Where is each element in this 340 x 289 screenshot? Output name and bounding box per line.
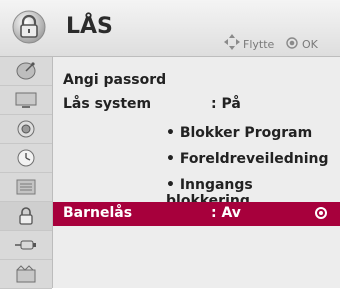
category-sidebar [0, 57, 53, 289]
speaker-audio-icon [17, 120, 35, 138]
clock-time-icon [17, 149, 35, 167]
lock-icon [12, 10, 46, 44]
satellite-dish-icon [16, 62, 36, 80]
tv-picture-icon [15, 92, 37, 108]
block-program-label: • Blokker Program [166, 125, 313, 141]
ok-button-icon [286, 37, 298, 49]
lock-system-value: : På [211, 96, 241, 112]
menu-header: LÅS Flytte OK [0, 0, 340, 57]
usb-input-icon [15, 240, 36, 250]
input-block-item[interactable]: • Inngangs blokkering [53, 174, 340, 209]
media-icon [16, 265, 36, 283]
sidebar-item-input[interactable] [0, 231, 52, 260]
sidebar-item-media[interactable] [0, 260, 52, 289]
child-lock-item[interactable]: Barnelås : Av [53, 202, 340, 226]
selected-radio-icon [315, 207, 327, 219]
options-icon [16, 179, 36, 195]
sidebar-item-option[interactable] [0, 173, 52, 202]
page-title: LÅS [66, 14, 113, 39]
parental-guidance-label: • Foreldreveiledning [166, 151, 329, 167]
sidebar-item-picture[interactable] [0, 86, 52, 115]
set-password-item[interactable]: Angi passord [53, 69, 340, 93]
lock-system-item[interactable]: Lås system : På [53, 93, 340, 117]
sidebar-item-audio[interactable] [0, 115, 52, 144]
move-hint-label: Flytte [243, 38, 275, 51]
set-password-label: Angi passord [63, 72, 167, 88]
block-program-item[interactable]: • Blokker Program [53, 122, 340, 146]
navigation-arrows-icon [224, 34, 240, 50]
child-lock-value: : Av [211, 205, 241, 221]
parental-guidance-item[interactable]: • Foreldreveiledning [53, 148, 340, 172]
lock-settings-list: Angi passord Lås system : På • Blokker P… [53, 57, 340, 288]
sidebar-item-time[interactable] [0, 144, 52, 173]
lock-menu-osd: LÅS Flytte OK Angi passord Lås system: … [0, 0, 340, 289]
lock-icon [19, 207, 33, 225]
child-lock-label: Barnelås [63, 205, 133, 221]
ok-hint-label: OK [302, 38, 318, 51]
lock-system-label: Lås system [63, 96, 152, 112]
sidebar-item-channel[interactable] [0, 57, 52, 86]
sidebar-item-lock[interactable] [0, 202, 52, 231]
